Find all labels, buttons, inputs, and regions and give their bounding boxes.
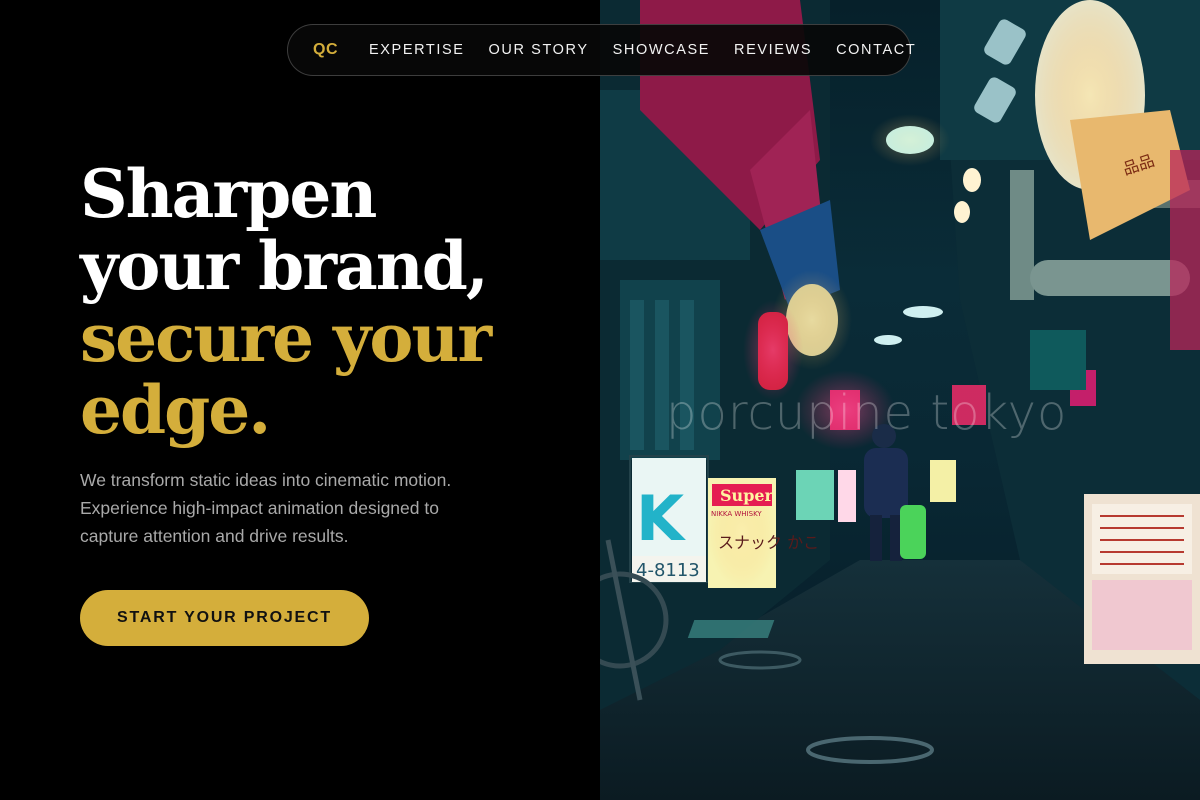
hero-photo: 品品 K 4-8113 Super NIKKA WHISKY スナック かこ p… [600,0,1200,800]
subtitle-line-2: Experience high-impact animation designe… [80,498,439,518]
nav-link-showcase[interactable]: SHOWCASE [613,42,710,58]
nav-link-contact[interactable]: CONTACT [836,42,916,58]
start-project-button[interactable]: START YOUR PROJECT [80,590,369,646]
headline-line-2: your brand, [80,227,489,305]
hero-subtitle: We transform static ideas into cinematic… [80,466,520,550]
sign-letter: K [636,482,686,555]
sign-phone: 4-8113 [636,560,700,581]
headline-accent-line-1: secure your [80,299,492,377]
sign-sub: NIKKA WHISKY [711,510,762,518]
logo[interactable]: QC [313,41,338,59]
nav-link-expertise[interactable]: EXPERTISE [369,42,465,58]
subtitle-line-3: capture attention and drive results. [80,526,349,546]
nav-links: EXPERTISE OUR STORY SHOWCASE REVIEWS CON… [369,42,916,58]
headline-accent-line-2: edge. [80,371,271,449]
top-navigation: QC EXPERTISE OUR STORY SHOWCASE REVIEWS … [287,24,915,76]
subtitle-line-1: We transform static ideas into cinematic… [80,470,452,490]
sign-jp: スナック かこ [718,533,819,552]
photo-watermark: porcupine tokyo [666,385,1068,441]
nav-link-reviews[interactable]: REVIEWS [734,42,812,58]
nav-link-our-story[interactable]: OUR STORY [489,42,589,58]
sign-brand: Super [720,486,774,505]
landing-page: 品品 K 4-8113 Super NIKKA WHISKY スナック かこ p… [0,0,1200,800]
headline-line-1: Sharpen [80,155,377,233]
hero-headline: Sharpen your brand, secure your edge. [80,158,580,446]
